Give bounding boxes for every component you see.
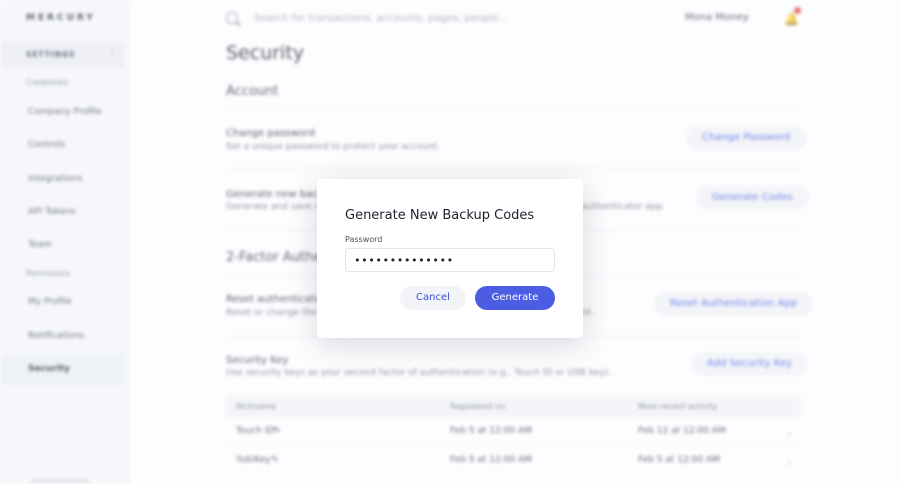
- dialog-title: Generate New Backup Codes: [345, 208, 535, 223]
- cancel-button[interactable]: Cancel: [400, 286, 466, 310]
- password-label: Password: [345, 235, 383, 244]
- generate-backup-codes-dialog: Generate New Backup Codes Password Cance…: [317, 179, 583, 338]
- password-field[interactable]: [345, 248, 555, 272]
- generate-button[interactable]: Generate: [475, 286, 555, 310]
